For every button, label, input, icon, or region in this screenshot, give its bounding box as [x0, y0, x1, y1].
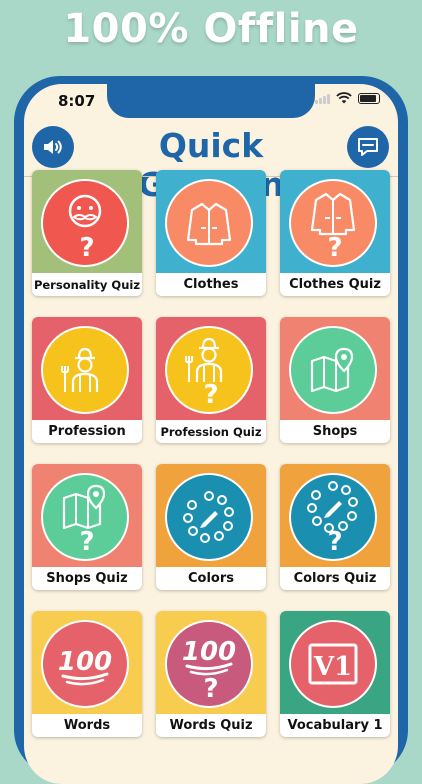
question-mark-icon: ? — [327, 527, 343, 557]
question-mark-icon: ? — [79, 527, 95, 557]
svg-text:100: 100 — [182, 637, 236, 667]
tile-colors[interactable]: Colors — [156, 464, 266, 590]
tile-art — [32, 317, 142, 420]
farmer-icon — [183, 334, 235, 386]
tile-shops-quiz[interactable]: ? Shops Quiz — [32, 464, 142, 590]
banner-headline: 100% Offline — [63, 6, 359, 52]
wifi-icon — [336, 92, 352, 104]
tile-art — [156, 170, 266, 273]
phone-notch — [107, 84, 315, 118]
question-mark-icon: ? — [79, 233, 95, 263]
tile-art: ? — [32, 464, 142, 567]
vocabulary-card-icon: V1 — [307, 642, 359, 686]
speaker-icon — [44, 140, 62, 154]
app-header: Quick German — [24, 120, 398, 204]
tile-shops[interactable]: Shops — [280, 317, 390, 443]
svg-text:100: 100 — [58, 647, 112, 677]
tile-words[interactable]: 100 Words — [32, 611, 142, 737]
tile-icon-circle — [41, 326, 129, 414]
tile-art: ? — [280, 464, 390, 567]
jacket-icon — [308, 188, 358, 238]
tile-label: Words Quiz — [169, 718, 253, 733]
status-time: 8:07 — [58, 92, 96, 110]
phone-frame: 8:07 Quick German ? Personality Quiz Cloth… — [14, 76, 408, 784]
tile-icon-circle: 100 — [41, 620, 129, 708]
question-mark-icon: ? — [203, 380, 219, 410]
tile-art: ? — [280, 170, 390, 273]
tile-art: ? — [156, 317, 266, 420]
tile-art — [280, 317, 390, 420]
svg-text:V1: V1 — [313, 652, 352, 682]
tile-icon-circle: ? — [41, 473, 129, 561]
tile-label: Colors — [187, 571, 234, 586]
palette-icon — [306, 480, 360, 534]
sound-button[interactable] — [32, 126, 74, 168]
status-icons — [315, 92, 380, 104]
question-mark-icon: ? — [327, 233, 343, 263]
tile-label: Personality Quiz — [33, 278, 141, 292]
tile-label: Profession Quiz — [160, 425, 262, 439]
mustache-face-icon — [62, 193, 108, 233]
question-mark-icon: ? — [203, 674, 219, 704]
hundred-points-icon: 100 — [55, 642, 115, 686]
tile-label: Profession — [48, 424, 126, 439]
tile-icon-circle: ? — [289, 179, 377, 267]
tile-icon-circle: ? — [289, 473, 377, 561]
hundred-points-icon: 100 — [179, 632, 239, 676]
farmer-icon — [59, 344, 111, 396]
tile-icon-circle: ? — [41, 179, 129, 267]
tile-art — [156, 464, 266, 567]
tile-label: Shops Quiz — [46, 571, 128, 586]
tile-label: Vocabulary 1 — [287, 718, 383, 733]
tile-label: Clothes — [183, 277, 239, 292]
tile-clothes-quiz[interactable]: ? Clothes Quiz — [280, 170, 390, 296]
tile-label: Words — [63, 718, 111, 733]
tile-icon-circle: ? — [165, 326, 253, 414]
tile-profession-quiz[interactable]: ? Profession Quiz — [156, 317, 266, 443]
tile-label: Shops — [312, 424, 358, 439]
tile-profession[interactable]: Profession — [32, 317, 142, 443]
tile-icon-circle — [165, 473, 253, 561]
signal-icon — [315, 92, 330, 104]
chat-bubble-icon — [358, 138, 378, 156]
tile-vocabulary-1[interactable]: V1 Vocabulary 1 — [280, 611, 390, 737]
palette-icon — [182, 490, 236, 544]
tile-clothes[interactable]: Clothes — [156, 170, 266, 296]
tile-art: ? — [32, 170, 142, 273]
tile-icon-circle: V1 — [289, 620, 377, 708]
tile-label: Clothes Quiz — [289, 277, 381, 292]
chat-button[interactable] — [347, 126, 389, 168]
jacket-icon — [184, 198, 234, 248]
battery-icon — [358, 92, 380, 104]
tile-label: Colors Quiz — [293, 571, 377, 586]
tile-art: 100 — [32, 611, 142, 714]
tile-personality-quiz[interactable]: ? Personality Quiz — [32, 170, 142, 296]
app-screen: 8:07 Quick German ? Personality Quiz Cloth… — [24, 84, 398, 784]
tile-icon-circle: 100? — [165, 620, 253, 708]
tile-art: V1 — [280, 611, 390, 714]
tile-icon-circle — [165, 179, 253, 267]
map-icon — [308, 347, 358, 393]
tile-colors-quiz[interactable]: ? Colors Quiz — [280, 464, 390, 590]
tile-art: 100? — [156, 611, 266, 714]
tile-icon-circle — [289, 326, 377, 414]
map-icon — [60, 484, 110, 530]
tile-words-quiz[interactable]: 100? Words Quiz — [156, 611, 266, 737]
